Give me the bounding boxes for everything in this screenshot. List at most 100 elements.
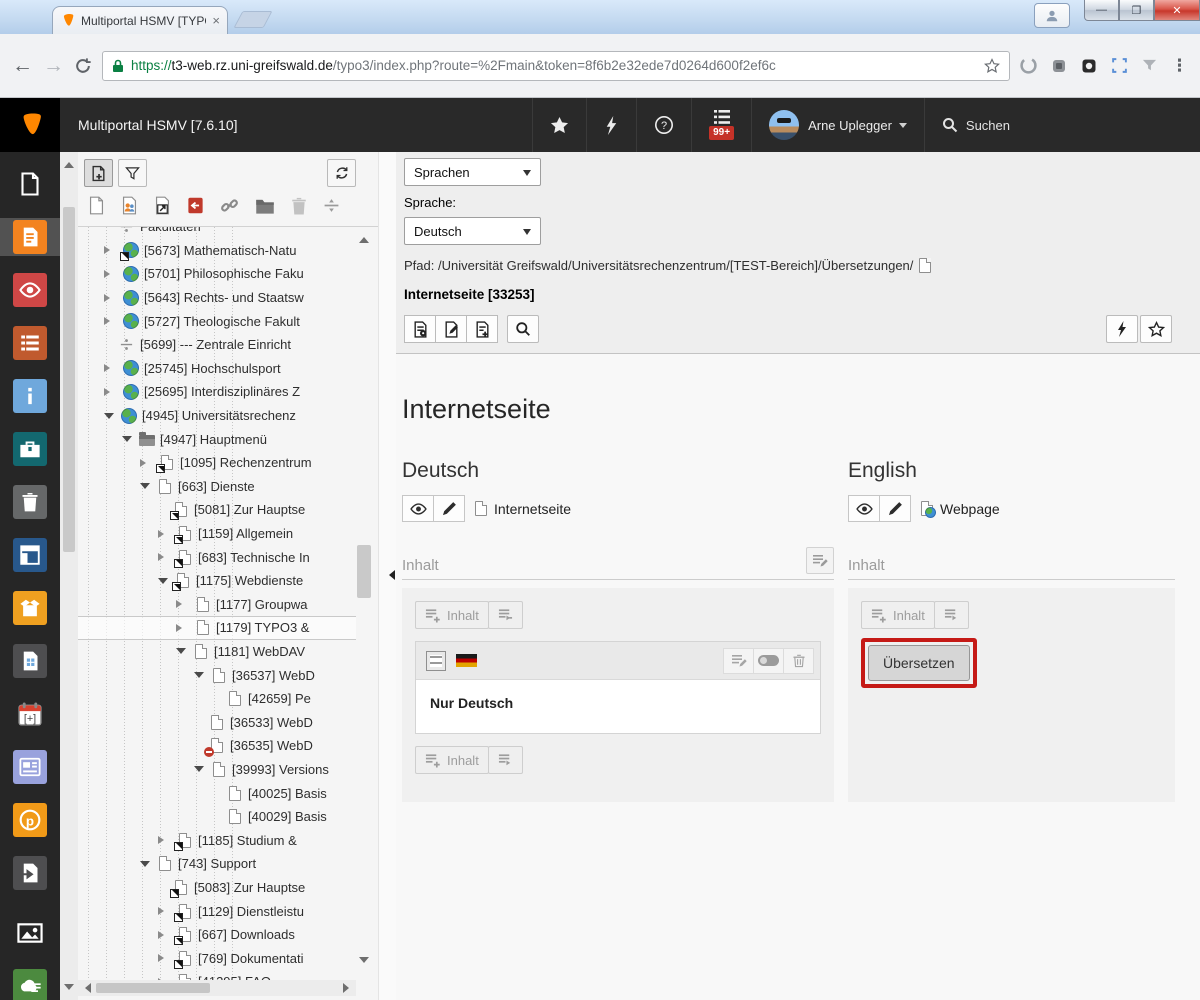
tree-node[interactable]: [5673] Mathematisch-Natu bbox=[78, 239, 356, 263]
reload-icon[interactable] bbox=[74, 57, 92, 75]
module-export[interactable] bbox=[0, 854, 60, 892]
tree-node[interactable]: [5081] Zur Hauptse bbox=[78, 498, 356, 522]
function-select[interactable]: Sprachen bbox=[404, 158, 541, 186]
tree-node[interactable]: [40025] Basis bbox=[78, 781, 356, 805]
scroll-up-icon[interactable] bbox=[359, 232, 369, 243]
expand-icon[interactable] bbox=[158, 931, 168, 939]
collapse-icon[interactable] bbox=[104, 413, 114, 424]
collapse-icon[interactable] bbox=[194, 766, 204, 777]
module-filelist[interactable] bbox=[0, 914, 60, 952]
notifications-toolbar-item[interactable]: 99+ bbox=[691, 98, 751, 152]
collapse-icon[interactable] bbox=[158, 578, 168, 589]
expand-icon[interactable] bbox=[176, 624, 186, 632]
collapse-icon[interactable] bbox=[176, 648, 186, 659]
tree-node[interactable]: [5701] Philosophische Faku bbox=[78, 262, 356, 286]
new-page-button[interactable] bbox=[84, 159, 113, 187]
new-tab-button[interactable] bbox=[233, 11, 272, 28]
expand-icon[interactable] bbox=[104, 388, 114, 396]
refresh-tree-button[interactable] bbox=[327, 159, 356, 187]
bookmark-button[interactable] bbox=[1140, 315, 1172, 343]
tree-node[interactable]: [1159] Allgemein bbox=[78, 522, 356, 546]
collapse-icon[interactable] bbox=[140, 483, 150, 494]
tree-node[interactable]: [1129] Dienstleistu bbox=[78, 899, 356, 923]
view-page-button[interactable] bbox=[848, 495, 880, 522]
scrollbar-thumb[interactable] bbox=[63, 207, 75, 552]
module-extras[interactable] bbox=[0, 589, 60, 627]
tree-node[interactable]: [41295] FAQ bbox=[78, 970, 356, 980]
expand-icon[interactable] bbox=[158, 954, 168, 962]
scroll-down-icon[interactable] bbox=[359, 957, 369, 968]
module-recycler[interactable] bbox=[0, 483, 60, 521]
new-content-button[interactable]: Inhalt bbox=[415, 601, 489, 629]
tree-right-scrollbar[interactable] bbox=[354, 232, 374, 980]
link-icon[interactable] bbox=[220, 196, 239, 215]
expand-icon[interactable] bbox=[158, 530, 168, 538]
tree-node[interactable]: [769] Dokumentati bbox=[78, 946, 356, 970]
minimize-button[interactable]: — bbox=[1084, 0, 1119, 21]
typo3-logo[interactable] bbox=[0, 98, 60, 152]
module-powermail[interactable]: p bbox=[0, 801, 60, 839]
expand-icon[interactable] bbox=[176, 600, 186, 608]
translate-button[interactable]: Übersetzen bbox=[868, 645, 970, 681]
tree-node[interactable]: [25745] Hochschulsport bbox=[78, 357, 356, 381]
module-media[interactable] bbox=[0, 967, 60, 1000]
tree-node[interactable]: [743] Support bbox=[78, 852, 356, 876]
pgred-icon[interactable] bbox=[187, 196, 204, 215]
visibility-toggle-button[interactable] bbox=[753, 648, 784, 674]
tree-node[interactable]: [36535] WebD bbox=[78, 734, 356, 758]
tree-node[interactable]: [1181] WebDAV bbox=[78, 640, 356, 664]
browser-tab[interactable]: Multiportal HSMV [TYPO × bbox=[52, 6, 228, 34]
new-record-button[interactable] bbox=[466, 315, 498, 343]
maximize-button[interactable]: ❐ bbox=[1119, 0, 1154, 21]
module-forms[interactable] bbox=[0, 642, 60, 680]
language-select[interactable]: Deutsch bbox=[404, 217, 541, 245]
scrollbar-thumb[interactable] bbox=[357, 545, 371, 598]
expand-icon[interactable] bbox=[104, 317, 114, 325]
tree-node[interactable]: [5699] --- Zentrale Einricht bbox=[78, 333, 356, 357]
scrollbar-thumb[interactable] bbox=[96, 983, 210, 993]
search-toolbar-item[interactable]: Suchen bbox=[924, 98, 1200, 152]
tree-node[interactable]: [1179] TYPO3 & bbox=[78, 616, 356, 640]
expand-icon[interactable] bbox=[104, 364, 114, 372]
view-page-button[interactable] bbox=[402, 495, 434, 522]
delete-content-button[interactable] bbox=[783, 648, 814, 674]
collapse-tree-icon[interactable] bbox=[384, 570, 395, 580]
tree-node[interactable]: [36533] WebD bbox=[78, 710, 356, 734]
spacericon-icon[interactable] bbox=[323, 197, 340, 214]
tree-node[interactable]: [667] Downloads bbox=[78, 923, 356, 947]
tree-splitter[interactable] bbox=[378, 152, 396, 1000]
pgblank-icon[interactable] bbox=[88, 196, 105, 215]
scroll-down-icon[interactable] bbox=[64, 984, 74, 995]
profile-button[interactable] bbox=[1034, 3, 1070, 28]
clear-cache-toolbar-item[interactable] bbox=[586, 98, 636, 152]
tree-node[interactable]: [5727] Theologische Fakult bbox=[78, 309, 356, 333]
module-view[interactable] bbox=[0, 271, 60, 309]
view-webpage-button[interactable] bbox=[404, 315, 436, 343]
forward-icon[interactable]: → bbox=[43, 55, 64, 76]
module-page[interactable] bbox=[0, 218, 60, 256]
back-icon[interactable]: ← bbox=[12, 55, 33, 76]
scroll-right-icon[interactable] bbox=[343, 983, 354, 993]
new-content-button[interactable]: Inhalt bbox=[861, 601, 935, 629]
chrome-menu-icon[interactable]: ⋮ bbox=[1171, 56, 1188, 76]
tree-node[interactable]: [4947] Hauptmenü bbox=[78, 427, 356, 451]
close-button[interactable]: ✕ bbox=[1154, 0, 1200, 21]
tree-vertical-scrollbar[interactable] bbox=[60, 152, 78, 1000]
filter-extension-icon[interactable] bbox=[1142, 58, 1157, 73]
url-bar[interactable]: https://t3-web.rz.uni-greifswald.de/typo… bbox=[102, 51, 1010, 81]
tree-node[interactable]: [663] Dienste bbox=[78, 475, 356, 499]
collapse-icon[interactable] bbox=[122, 436, 132, 447]
scroll-left-icon[interactable] bbox=[80, 983, 91, 993]
expand-icon[interactable] bbox=[104, 246, 114, 254]
tree-node[interactable]: [1175] Webdienste bbox=[78, 569, 356, 593]
expand-icon[interactable] bbox=[158, 836, 168, 844]
pgshort-icon[interactable] bbox=[154, 196, 171, 215]
tree-node[interactable]: [36537] WebD bbox=[78, 663, 356, 687]
edit-page-properties-button[interactable] bbox=[433, 495, 465, 522]
module-news[interactable] bbox=[0, 748, 60, 786]
edit-column-content-button[interactable] bbox=[806, 547, 834, 574]
clear-cache-button[interactable] bbox=[1106, 315, 1138, 343]
tree-node[interactable]: [5643] Rechts- und Staatsw bbox=[78, 286, 356, 310]
expand-icon[interactable] bbox=[158, 553, 168, 561]
bookmark-toolbar-item[interactable] bbox=[532, 98, 586, 152]
